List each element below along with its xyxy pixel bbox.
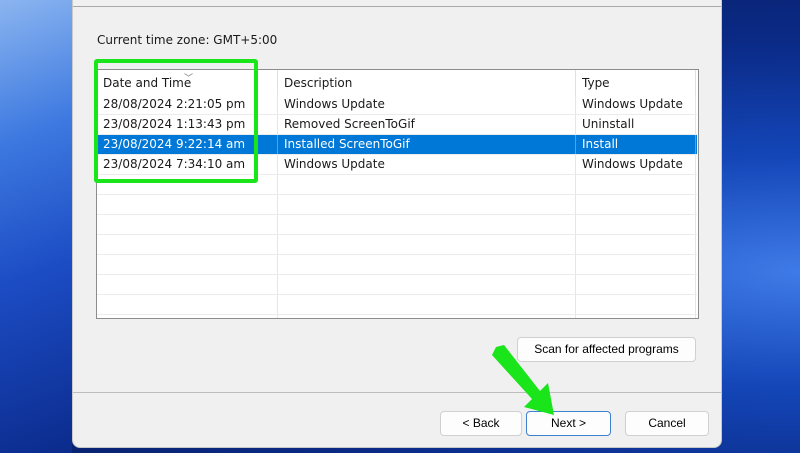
cell-description xyxy=(278,195,576,214)
cell-date xyxy=(97,235,278,254)
empty-row xyxy=(97,275,697,295)
desktop-wallpaper xyxy=(0,0,72,453)
empty-row xyxy=(97,235,697,255)
empty-row xyxy=(97,195,697,215)
cell-date xyxy=(97,255,278,274)
cell-description: Windows Update xyxy=(278,95,576,114)
cell-type xyxy=(576,215,696,234)
timezone-label: Current time zone: GMT+5:00 xyxy=(97,33,278,47)
cell-date xyxy=(97,195,278,214)
cell-type xyxy=(576,235,696,254)
cell-type xyxy=(576,275,696,294)
cell-description xyxy=(278,295,576,314)
empty-row xyxy=(97,255,697,275)
cell-date xyxy=(97,295,278,314)
cell-type xyxy=(576,295,696,314)
cell-type: Install xyxy=(576,135,696,154)
cell-description xyxy=(278,315,576,318)
cell-date xyxy=(97,275,278,294)
green-arrow-annotation xyxy=(492,345,554,415)
cell-description: Removed ScreenToGif xyxy=(278,115,576,134)
footer-divider xyxy=(73,392,721,393)
cell-date xyxy=(97,215,278,234)
column-header-description[interactable]: Description xyxy=(278,70,576,95)
date-column-highlight xyxy=(94,59,258,183)
cell-description: Installed ScreenToGif xyxy=(278,135,576,154)
cell-type xyxy=(576,175,696,194)
cell-type xyxy=(576,255,696,274)
cell-description xyxy=(278,215,576,234)
empty-row xyxy=(97,295,697,315)
cell-description xyxy=(278,235,576,254)
cell-type xyxy=(576,315,696,318)
empty-row xyxy=(97,215,697,235)
empty-row xyxy=(97,315,697,318)
cell-type: Windows Update xyxy=(576,155,696,174)
cell-date xyxy=(97,315,278,318)
column-header-type[interactable]: Type xyxy=(576,70,696,95)
cell-type xyxy=(576,195,696,214)
cell-type: Uninstall xyxy=(576,115,696,134)
header-divider xyxy=(73,6,721,7)
cell-description xyxy=(278,275,576,294)
cell-type: Windows Update xyxy=(576,95,696,114)
cancel-button[interactable]: Cancel xyxy=(625,411,709,436)
cell-description xyxy=(278,255,576,274)
cell-description xyxy=(278,175,576,194)
cell-description: Windows Update xyxy=(278,155,576,174)
